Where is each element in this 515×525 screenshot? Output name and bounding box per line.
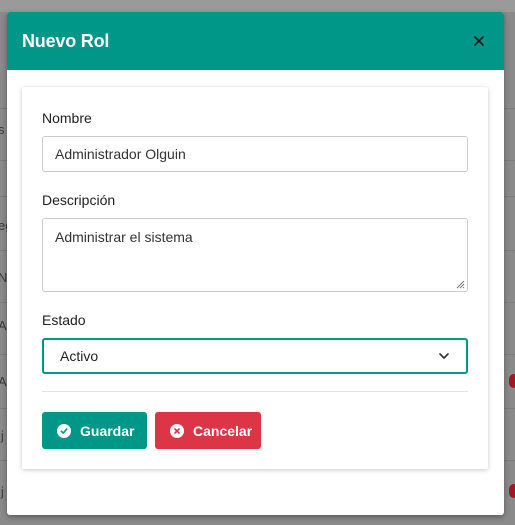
background-delete-button (509, 484, 515, 498)
background-cell-text: ij (0, 428, 4, 443)
cancel-button[interactable]: Cancelar (155, 412, 261, 449)
modal-header: Nuevo Rol (7, 12, 504, 70)
save-button[interactable]: Guardar (42, 412, 147, 449)
close-button[interactable] (470, 32, 488, 50)
description-textarea[interactable]: Administrar el sistema (42, 218, 468, 292)
background-delete-button (509, 374, 515, 388)
x-circle-icon (170, 423, 184, 438)
description-label: Descripción (42, 192, 116, 208)
name-input-value: Administrador Olguin (55, 146, 186, 162)
role-form-card: Nombre Administrador Olguin Descripción … (22, 87, 488, 469)
status-select[interactable]: Activo (42, 338, 468, 374)
cancel-button-label: Cancelar (193, 422, 253, 439)
status-select-value: Activo (60, 348, 99, 364)
new-role-modal: Nuevo Rol Nombre Administrador Olguin De… (7, 12, 504, 515)
status-label: Estado (42, 312, 86, 328)
background-cell-text: ij (0, 484, 4, 499)
name-label: Nombre (42, 110, 92, 126)
modal-title: Nuevo Rol (22, 30, 110, 51)
resize-grip-icon[interactable] (453, 277, 465, 289)
name-input[interactable]: Administrador Olguin (42, 136, 468, 172)
chevron-down-icon (439, 353, 449, 359)
check-circle-icon (57, 423, 71, 438)
background-cell-text: s (0, 122, 5, 137)
description-textarea-value: Administrar el sistema (55, 229, 193, 245)
save-button-label: Guardar (80, 422, 135, 439)
close-icon (474, 36, 484, 46)
background-topbar (0, 0, 515, 12)
form-divider (42, 391, 468, 392)
